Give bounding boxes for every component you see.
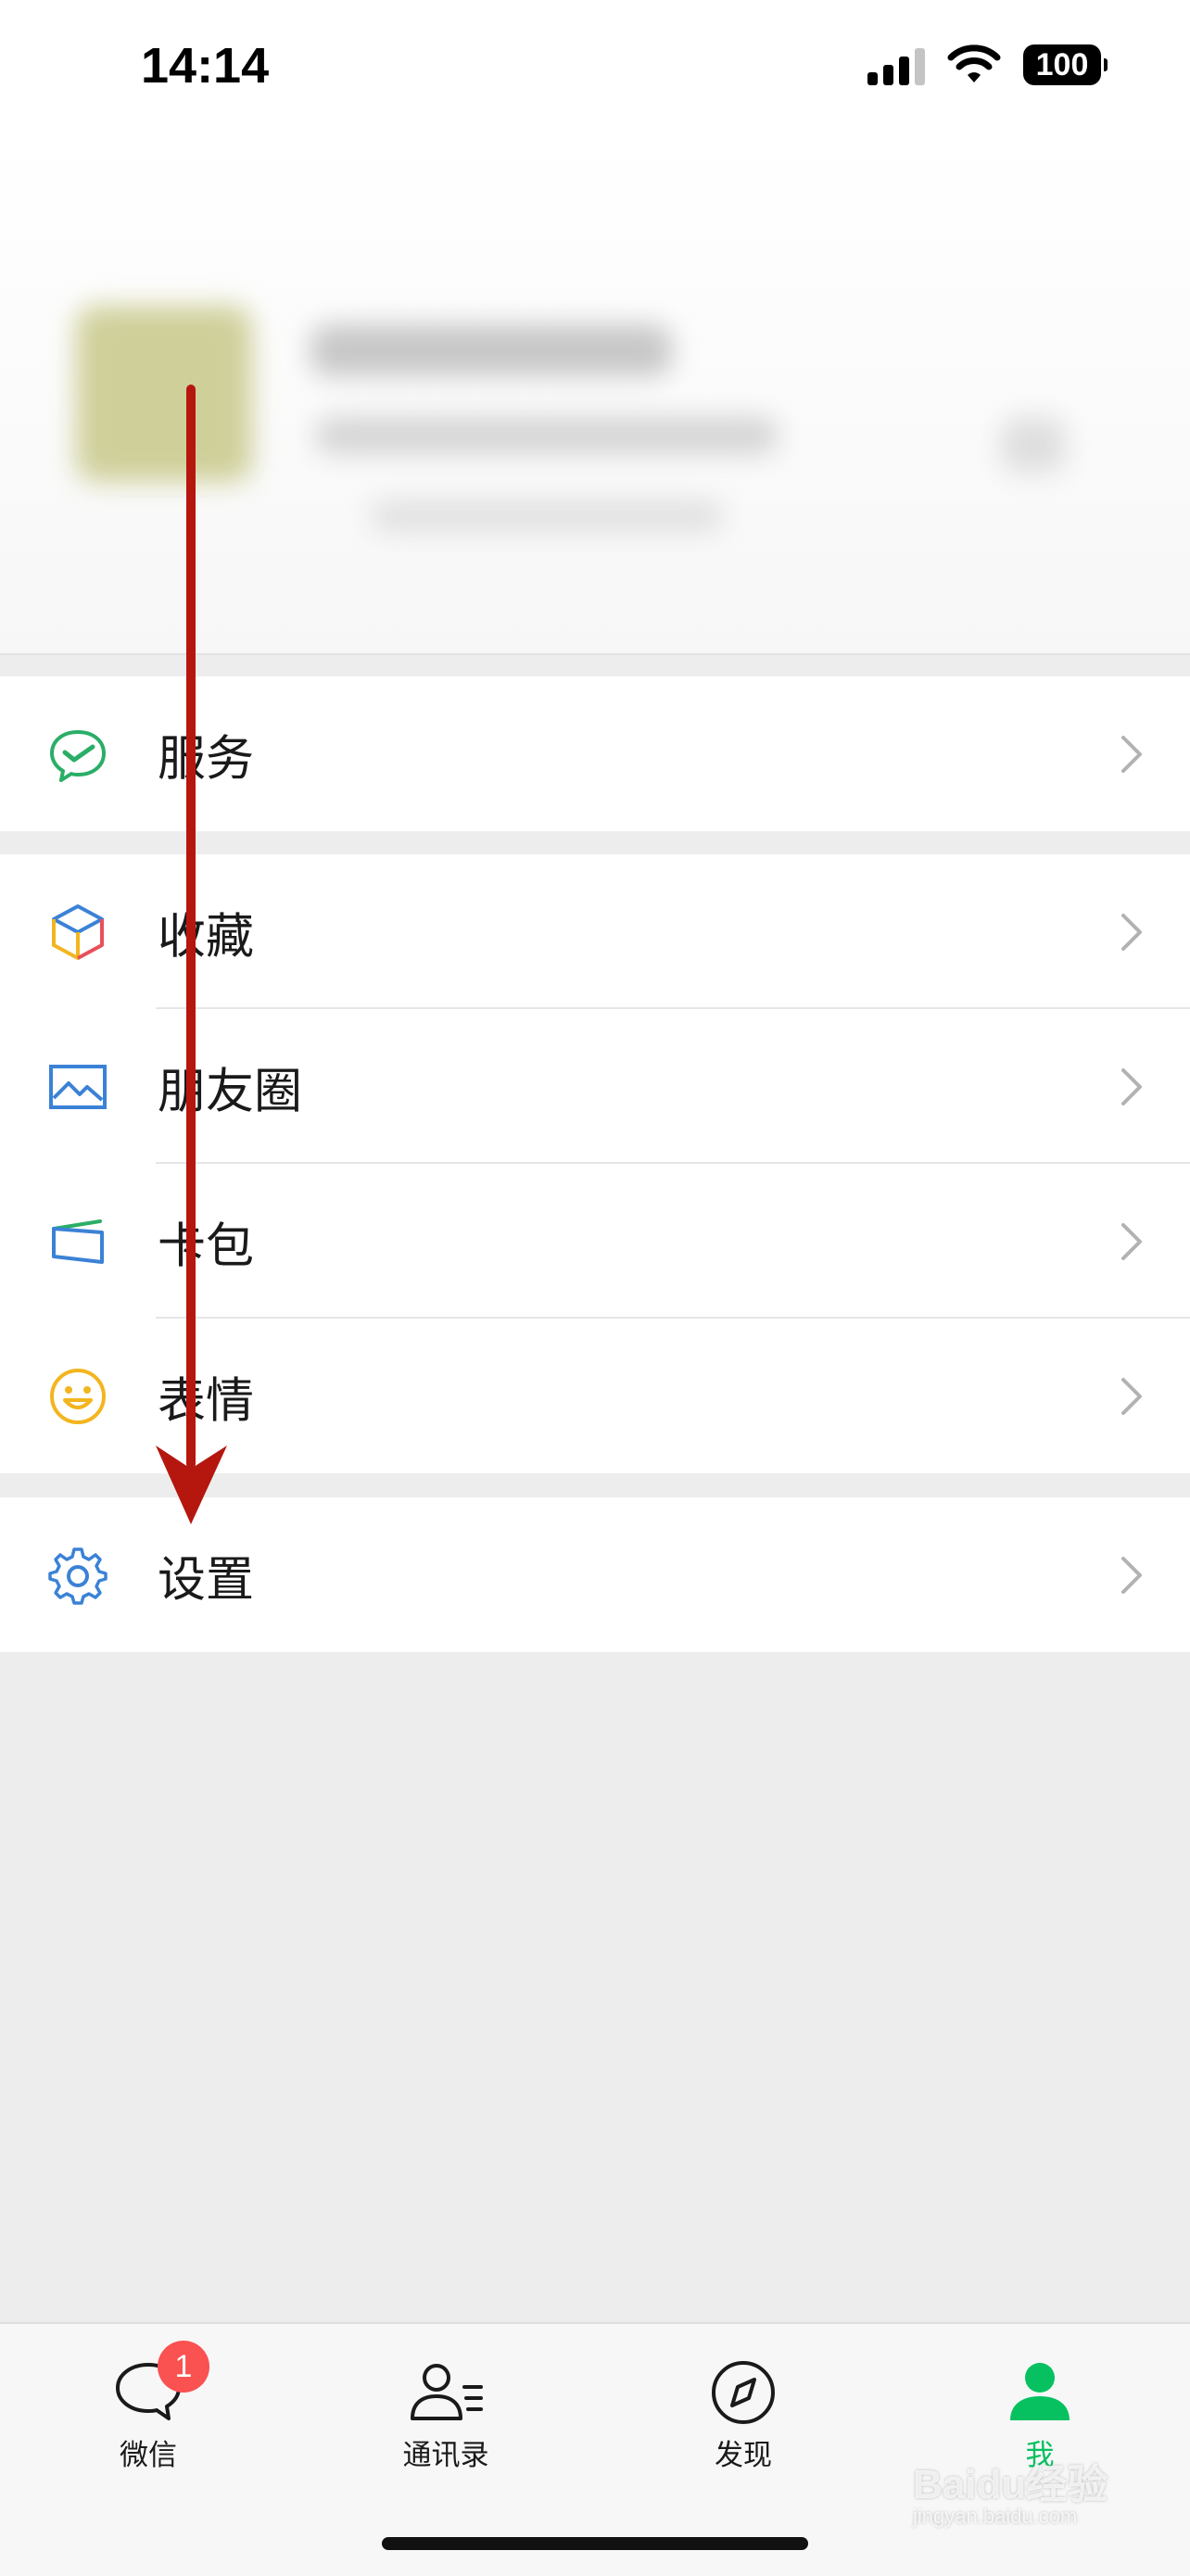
menu-group-main: 收藏 朋友圈 卡包 表情 [0, 854, 1190, 1473]
menu-label-cards: 卡包 [158, 1219, 255, 1274]
chevron-right-icon [1121, 1068, 1142, 1105]
battery-icon: 100 [1023, 44, 1108, 85]
menu-item-cards[interactable]: 卡包 [0, 1164, 1190, 1319]
watermark-url: jingyan.baidu.com [913, 2505, 1078, 2528]
menu-group-settings: 设置 [0, 1497, 1190, 1652]
menu-item-moments[interactable]: 朋友圈 [0, 1009, 1190, 1164]
blurred-wechat-id [315, 417, 779, 454]
menu-label-stickers: 表情 [158, 1373, 255, 1429]
menu-item-settings[interactable]: 设置 [0, 1497, 1190, 1652]
status-time: 14:14 [141, 38, 270, 94]
menu-label-favorites: 收藏 [158, 909, 255, 965]
menu-group-service: 服务 [0, 676, 1190, 831]
menu-label-moments: 朋友圈 [158, 1064, 303, 1119]
unread-badge: 1 [158, 2341, 209, 2393]
tab-contacts[interactable]: 通讯录 [353, 2359, 538, 2473]
moments-picture-icon [49, 1065, 107, 1109]
menu-item-favorites[interactable]: 收藏 [0, 854, 1190, 1009]
tab-chats[interactable]: 1 微信 [56, 2341, 241, 2473]
tab-label-contacts: 通讯录 [402, 2439, 489, 2472]
service-icon [50, 730, 106, 782]
chevron-right-icon [1121, 1223, 1142, 1260]
wifi-icon [947, 44, 1001, 82]
qr-code-icon[interactable] [1001, 417, 1066, 473]
favorites-cube-icon [52, 904, 104, 960]
blurred-status[interactable] [371, 500, 723, 532]
blurred-nickname [310, 324, 672, 376]
contacts-icon [411, 2364, 483, 2420]
menu-label-service: 服务 [158, 731, 255, 787]
gear-icon [48, 1547, 108, 1605]
watermark-brand: Baidu经验 [913, 2462, 1108, 2507]
menu-item-service[interactable]: 服务 [0, 676, 1190, 831]
avatar[interactable] [76, 306, 252, 482]
smiley-icon [50, 1369, 106, 1424]
home-indicator[interactable] [382, 2537, 808, 2550]
menu-label-settings: 设置 [158, 1552, 255, 1608]
status-icons: 100 [867, 44, 1108, 85]
compass-icon [712, 2361, 775, 2424]
card-wallet-icon [52, 1219, 104, 1264]
watermark: Baidu经验 jingyan.baidu.com [913, 2451, 1108, 2529]
tab-label-discover: 发现 [715, 2439, 772, 2472]
signal-icon [867, 44, 925, 85]
chevron-right-icon [1121, 1557, 1142, 1594]
person-icon [1010, 2363, 1070, 2420]
status-bar: 14:14 100 [0, 0, 1190, 139]
profile-header[interactable] [0, 139, 1190, 655]
menu-item-stickers[interactable]: 表情 [0, 1319, 1190, 1473]
chevron-right-icon [1121, 914, 1142, 951]
chevron-right-icon [1121, 736, 1142, 773]
tab-discover[interactable]: 发现 [651, 2359, 836, 2473]
tab-label-chats: 微信 [120, 2439, 177, 2472]
chevron-right-icon [1121, 1378, 1142, 1415]
